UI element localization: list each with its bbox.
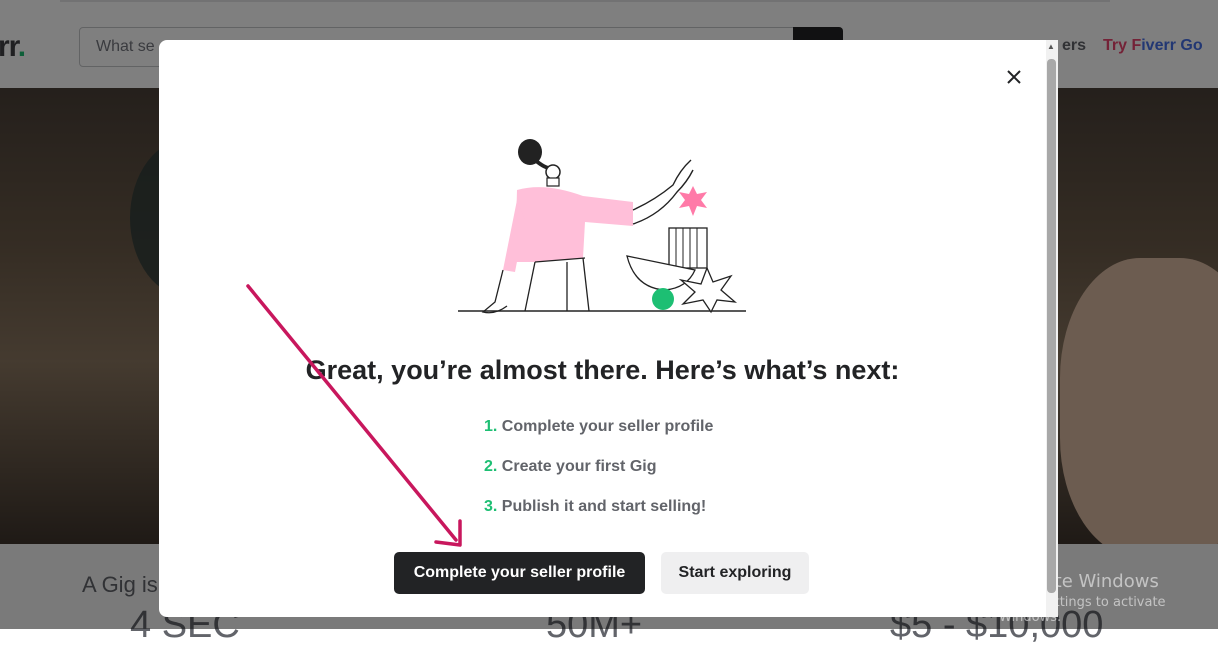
next-steps-list: 1. Complete your seller profile 2. Creat… [484, 418, 713, 538]
step-text: Create your first Gig [497, 458, 657, 475]
modal-title: Great, you’re almost there. Here’s what’… [305, 355, 900, 385]
list-item: 1. Complete your seller profile [484, 418, 713, 458]
step-text: Complete your seller profile [497, 418, 714, 435]
complete-seller-profile-button[interactable]: Complete your seller profile [394, 552, 645, 594]
modal-scrollbar-thumb[interactable] [1047, 59, 1056, 593]
list-item: 2. Create your first Gig [484, 458, 713, 498]
close-icon[interactable] [1003, 66, 1025, 88]
step-number: 1. [484, 418, 498, 435]
start-exploring-button[interactable]: Start exploring [661, 552, 809, 594]
step-number: 2. [484, 458, 498, 475]
step-number: 3. [484, 498, 498, 515]
list-item: 3. Publish it and start selling! [484, 498, 713, 538]
seller-illustration [458, 139, 746, 314]
step-text: Publish it and start selling! [497, 498, 707, 515]
scroll-up-arrow-icon[interactable]: ▲ [1047, 42, 1055, 51]
